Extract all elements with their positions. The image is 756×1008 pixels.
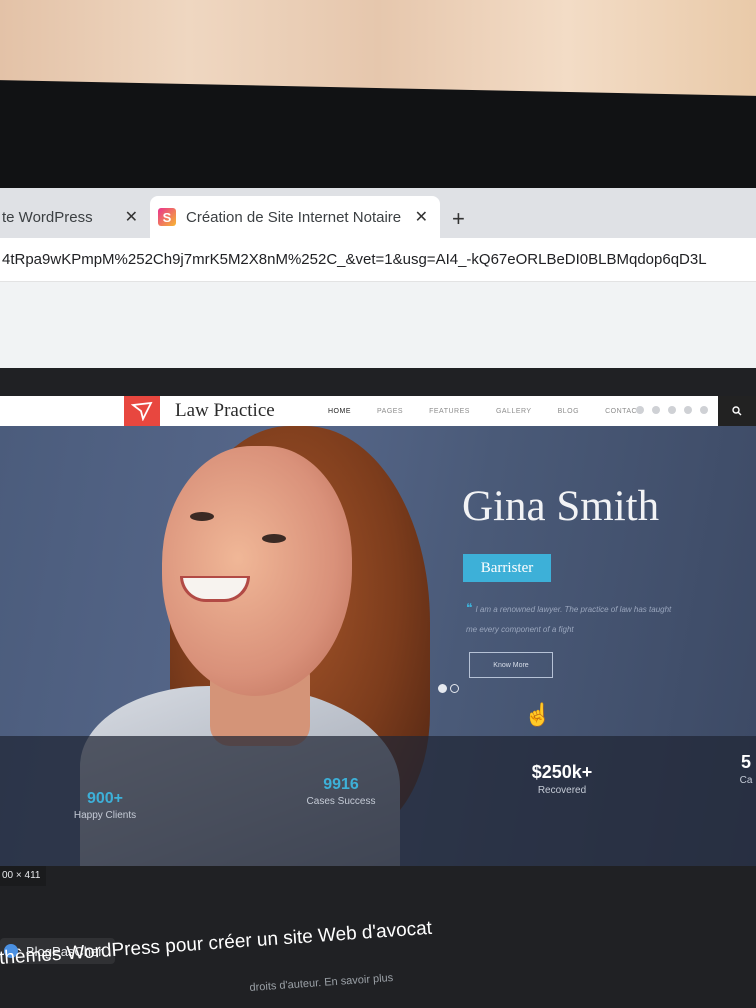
menu-item-features[interactable]: FEATURES [429, 408, 470, 415]
portrait-eye [190, 512, 214, 521]
role-badge: Barrister [463, 554, 551, 582]
image-dimensions: 00 × 411 [0, 866, 46, 886]
site-navbar: Law Practice HOME PAGES FEATURES GALLERY… [0, 396, 756, 426]
stat-value: 5 [740, 752, 751, 772]
quote-icon: ❝ [466, 601, 473, 615]
tab-creation-site[interactable]: S Création de Site Internet Notaire ✕ [150, 196, 440, 238]
site-preview-image[interactable]: Law Practice HOME PAGES FEATURES GALLERY… [0, 396, 756, 866]
social-icon[interactable] [700, 406, 708, 414]
address-bar[interactable]: 4tRpa9wKPmpM%252Ch9j7mrK5M2X8nM%252C_&ve… [0, 238, 756, 282]
stat-cases-success: 9916 Cases Success [296, 776, 386, 807]
stat-value: $250k+ [531, 762, 593, 782]
logo-icon [124, 396, 160, 426]
menu-item-pages[interactable]: PAGES [377, 408, 403, 415]
portrait-eye [262, 534, 286, 543]
hero-name: Gina Smith [462, 483, 660, 530]
tab-strip: te WordPress ✕ S Création de Site Intern… [0, 188, 756, 238]
stat-label: Ca [739, 775, 753, 786]
stat-label: Recovered [537, 785, 587, 796]
site-menu: HOME PAGES FEATURES GALLERY BLOG CONTACT [328, 396, 642, 426]
social-icon[interactable] [636, 406, 644, 414]
menu-item-home[interactable]: HOME [328, 408, 351, 415]
search-icon[interactable] [718, 396, 756, 426]
stat-recovered: $250k+ Recovered [514, 762, 610, 796]
stat-label: Happy Clients [73, 810, 137, 821]
hero-quote-text: I am a renowned lawyer. The practice of … [466, 605, 672, 634]
hero-section: Gina Smith Barrister ❝ I am a renowned la… [0, 426, 756, 866]
new-tab-button[interactable]: + [452, 206, 465, 232]
stat-cases: 5 Ca [736, 752, 756, 786]
hand-cursor-icon: ☝ [524, 702, 552, 727]
menu-item-blog[interactable]: BLOG [558, 408, 579, 415]
menu-item-gallery[interactable]: GALLERY [496, 408, 532, 415]
tab-label: te WordPress [2, 208, 93, 226]
page-area [0, 282, 756, 368]
tab-wordpress[interactable]: te WordPress ✕ [0, 196, 150, 238]
hero-quote: ❝ I am a renowned lawyer. The practice of… [466, 598, 676, 640]
close-icon[interactable]: ✕ [415, 207, 428, 227]
tab-label: Création de Site Internet Notaire [186, 208, 402, 226]
social-icons [636, 406, 708, 414]
slider-dots [438, 684, 459, 693]
stat-value: 900+ [86, 790, 124, 807]
social-icon[interactable] [668, 406, 676, 414]
know-more-button[interactable]: Know More [469, 652, 553, 678]
stat-value: 9916 [323, 776, 359, 793]
portrait-face [162, 446, 352, 696]
site-logo-text: Law Practice [175, 400, 275, 421]
close-icon[interactable]: ✕ [125, 207, 138, 227]
site-favicon-icon: S [158, 208, 176, 226]
social-icon[interactable] [652, 406, 660, 414]
slider-dot[interactable] [450, 684, 459, 693]
social-icon[interactable] [684, 406, 692, 414]
slider-dot[interactable] [438, 684, 447, 693]
stat-happy-clients: 900+ Happy Clients [60, 790, 150, 821]
stat-label: Cases Success [306, 796, 376, 807]
